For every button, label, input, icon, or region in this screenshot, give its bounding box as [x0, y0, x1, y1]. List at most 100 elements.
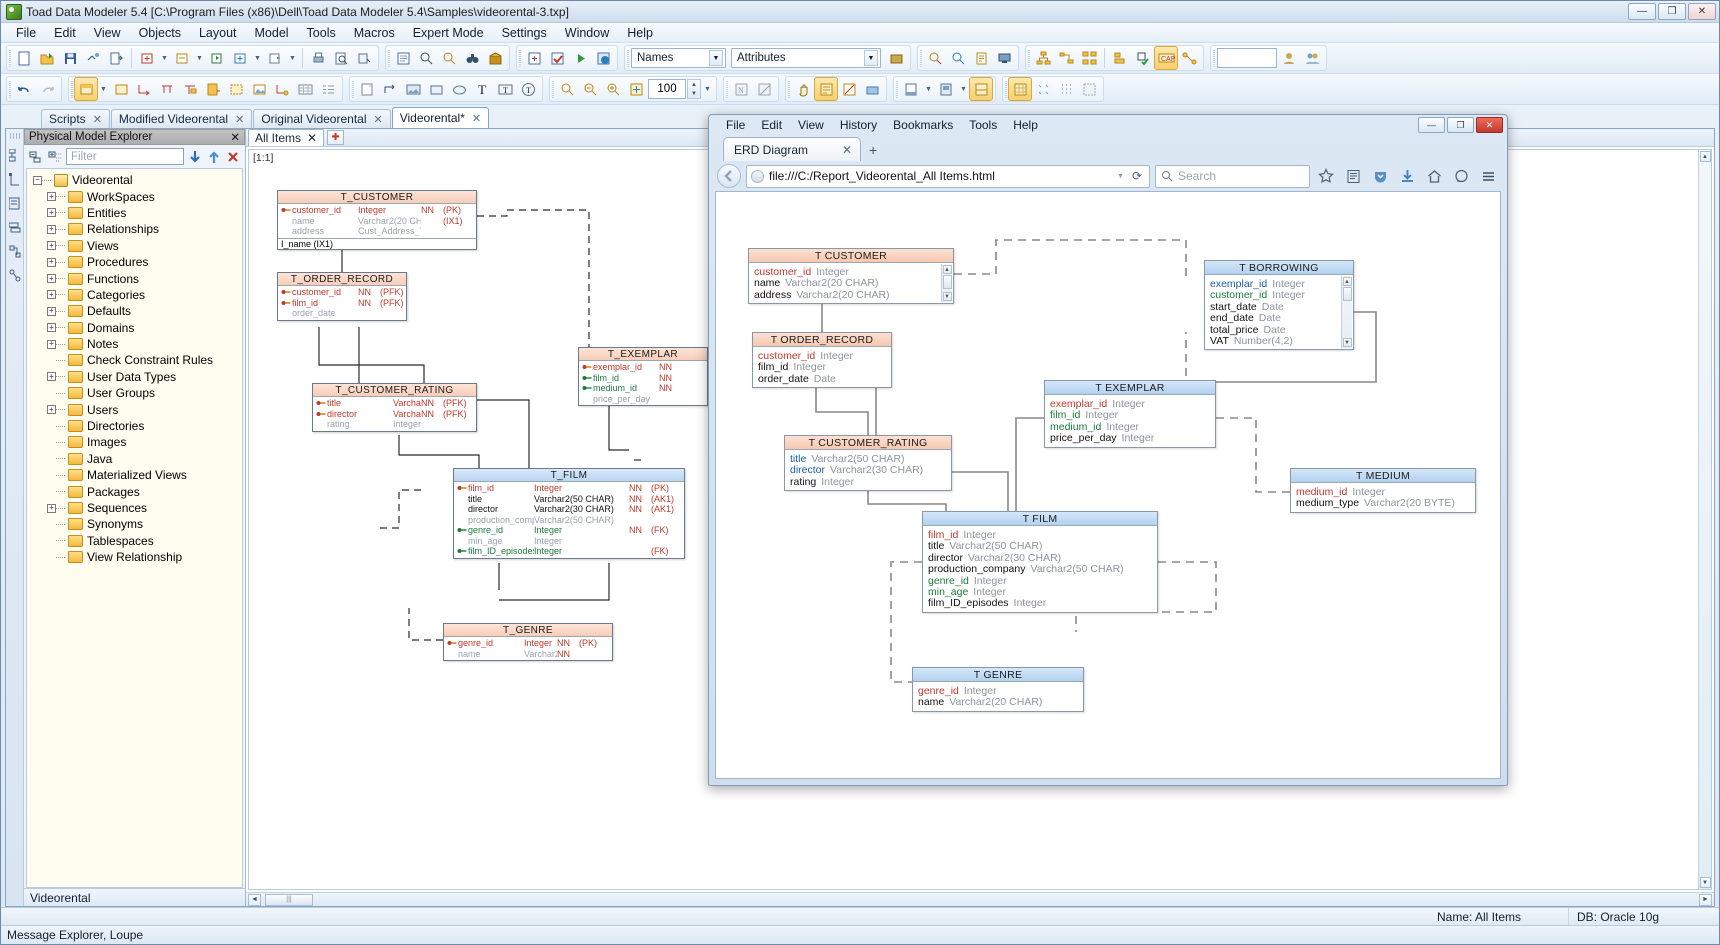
- browser-menu-history[interactable]: History: [833, 116, 884, 134]
- tree-item-user-groups[interactable]: User Groups: [27, 385, 242, 401]
- zoom-spinner[interactable]: ▲▼: [687, 79, 701, 99]
- expand-icon[interactable]: +: [47, 192, 56, 201]
- zoom-value-input[interactable]: 100: [648, 79, 686, 99]
- new-file-icon[interactable]: [13, 47, 35, 69]
- print-settings-icon[interactable]: [353, 47, 375, 69]
- tree-item-views[interactable]: +Views: [27, 238, 242, 254]
- layout-hierarchy-icon[interactable]: [1055, 47, 1077, 69]
- snap-grid-icon[interactable]: [1009, 78, 1031, 100]
- add-entity-icon[interactable]: [136, 47, 158, 69]
- add-note-icon[interactable]: [264, 47, 286, 69]
- image-shape-icon[interactable]: [402, 78, 424, 100]
- tree-item-categories[interactable]: +Categories: [27, 287, 242, 303]
- menu-tools[interactable]: Tools: [298, 24, 345, 42]
- expand-icon[interactable]: +: [47, 290, 56, 299]
- menu-file[interactable]: File: [7, 24, 45, 42]
- tree-item-notes[interactable]: +Notes: [27, 336, 242, 352]
- layout-tree-icon[interactable]: [1032, 47, 1054, 69]
- image-tool-icon[interactable]: [248, 78, 270, 100]
- browser-menu-view[interactable]: View: [791, 116, 831, 134]
- pan-hand-icon[interactable]: [792, 78, 814, 100]
- find-object-icon[interactable]: [415, 47, 437, 69]
- expand-icon[interactable]: +: [47, 323, 56, 332]
- browser-menu-file[interactable]: File: [719, 116, 752, 134]
- graph-icon[interactable]: [1178, 47, 1200, 69]
- browser-entity-t-customer_rating[interactable]: T CUSTOMER_RATINGtitleVarchar2(50 CHAR)d…: [784, 435, 952, 491]
- close-icon[interactable]: ✕: [842, 143, 852, 157]
- close-icon[interactable]: ✕: [230, 130, 240, 144]
- tree-item-domains[interactable]: +Domains: [27, 320, 242, 336]
- spin-up-icon[interactable]: ▲: [688, 80, 700, 89]
- properties-icon[interactable]: [8, 197, 22, 211]
- tree-item-java[interactable]: Java: [27, 451, 242, 467]
- relation-nm-icon[interactable]: [156, 78, 178, 100]
- canvas-horizontal-scrollbar[interactable]: ◄ ||| ►: [246, 892, 1714, 906]
- browser-entity-t-exemplar[interactable]: T EXEMPLARexemplar_idIntegerfilm_idInteg…: [1044, 380, 1216, 448]
- menu-view[interactable]: View: [85, 24, 130, 42]
- expand-icon[interactable]: +: [47, 340, 56, 349]
- browser-tab-erd-diagram[interactable]: ERD Diagram ✕: [723, 137, 861, 161]
- entity-scrollbar[interactable]: ▲▼: [941, 264, 952, 302]
- align-grid-icon[interactable]: [1032, 78, 1054, 100]
- note-tool-icon[interactable]: [225, 78, 247, 100]
- doc-tab-videorental[interactable]: Videorental* ✕: [392, 107, 489, 128]
- user-icon[interactable]: [1278, 47, 1300, 69]
- tree-item-relationships[interactable]: +Relationships: [27, 221, 242, 237]
- subcategory-icon[interactable]: [271, 78, 293, 100]
- tree-item-procedures[interactable]: +Procedures: [27, 254, 242, 270]
- print-area-icon[interactable]: [861, 78, 883, 100]
- menu-layout[interactable]: Layout: [190, 24, 246, 42]
- menu-model[interactable]: Model: [246, 24, 298, 42]
- add-note-dropdown[interactable]: ▼: [287, 47, 298, 69]
- rectangle-shape-icon[interactable]: [425, 78, 447, 100]
- browser-maximize-button[interactable]: ❐: [1447, 117, 1474, 133]
- binoculars-icon[interactable]: [461, 47, 483, 69]
- entity-tool-dropdown[interactable]: ▼: [98, 78, 109, 100]
- validate-icon[interactable]: [1132, 47, 1154, 69]
- select-mode-icon[interactable]: [815, 78, 837, 100]
- browser-menu-tools[interactable]: Tools: [962, 116, 1004, 134]
- delete-icon[interactable]: [225, 149, 241, 165]
- export-icon[interactable]: [105, 47, 127, 69]
- browser-close-button[interactable]: ✕: [1476, 117, 1503, 133]
- page-view-icon[interactable]: [900, 78, 922, 100]
- chevron-down-icon[interactable]: ▼: [709, 50, 723, 66]
- tree-item-workspaces[interactable]: +WorkSpaces: [27, 188, 242, 204]
- pocket-icon[interactable]: [1369, 165, 1391, 187]
- split-view-icon[interactable]: [970, 78, 992, 100]
- zoom-actual-icon[interactable]: [625, 78, 647, 100]
- save-icon[interactable]: [59, 47, 81, 69]
- verify-model-icon[interactable]: [546, 47, 568, 69]
- browser-entity-t-order_record[interactable]: T ORDER_RECORDcustomer_idIntegerfilm_idI…: [752, 332, 892, 388]
- tree-item-view-relationship[interactable]: View Relationship: [27, 549, 242, 565]
- download-icon[interactable]: [1396, 165, 1418, 187]
- add-entity-dropdown[interactable]: ▼: [159, 47, 170, 69]
- expand-icon[interactable]: +: [47, 405, 56, 414]
- star-icon[interactable]: [1315, 165, 1337, 187]
- tree-item-tablespaces[interactable]: Tablespaces: [27, 533, 242, 549]
- print-icon[interactable]: [307, 47, 329, 69]
- layout-grid-icon[interactable]: [1078, 47, 1100, 69]
- caption-icon[interactable]: CAP: [1155, 47, 1177, 69]
- tree-item-check-constraint-rules[interactable]: Check Constraint Rules: [27, 352, 242, 368]
- line-shape-icon[interactable]: [379, 78, 401, 100]
- text-shape-icon[interactable]: T: [471, 78, 493, 100]
- relation-identifying-icon[interactable]: [179, 78, 201, 100]
- close-icon[interactable]: ✕: [374, 113, 383, 126]
- save-all-icon[interactable]: [82, 47, 104, 69]
- scroll-left-icon[interactable]: ◄: [248, 894, 261, 906]
- menu-edit[interactable]: Edit: [45, 24, 85, 42]
- menu-icon[interactable]: [1477, 165, 1499, 187]
- minimize-button[interactable]: —: [1628, 3, 1656, 20]
- search-input[interactable]: Search: [1155, 165, 1310, 188]
- browser-entity-t-borrowing[interactable]: T BORROWINGexemplar_idIntegercustomer_id…: [1204, 260, 1354, 350]
- doc-tab-scripts[interactable]: Scripts ✕: [41, 109, 110, 128]
- maximize-button[interactable]: ❐: [1658, 3, 1686, 20]
- hide-names-icon[interactable]: [753, 78, 775, 100]
- tree-item-packages[interactable]: Packages: [27, 483, 242, 499]
- tree-item-synonyms[interactable]: Synonyms: [27, 516, 242, 532]
- entity-t_order_record[interactable]: T_ORDER_RECORDcustomer_idIntegerNN(PFK)f…: [277, 272, 407, 321]
- canvas-vertical-scrollbar[interactable]: ▲ ▼: [1698, 150, 1711, 889]
- expand-icon[interactable]: +: [47, 241, 56, 250]
- display-settings-icon[interactable]: [885, 47, 907, 69]
